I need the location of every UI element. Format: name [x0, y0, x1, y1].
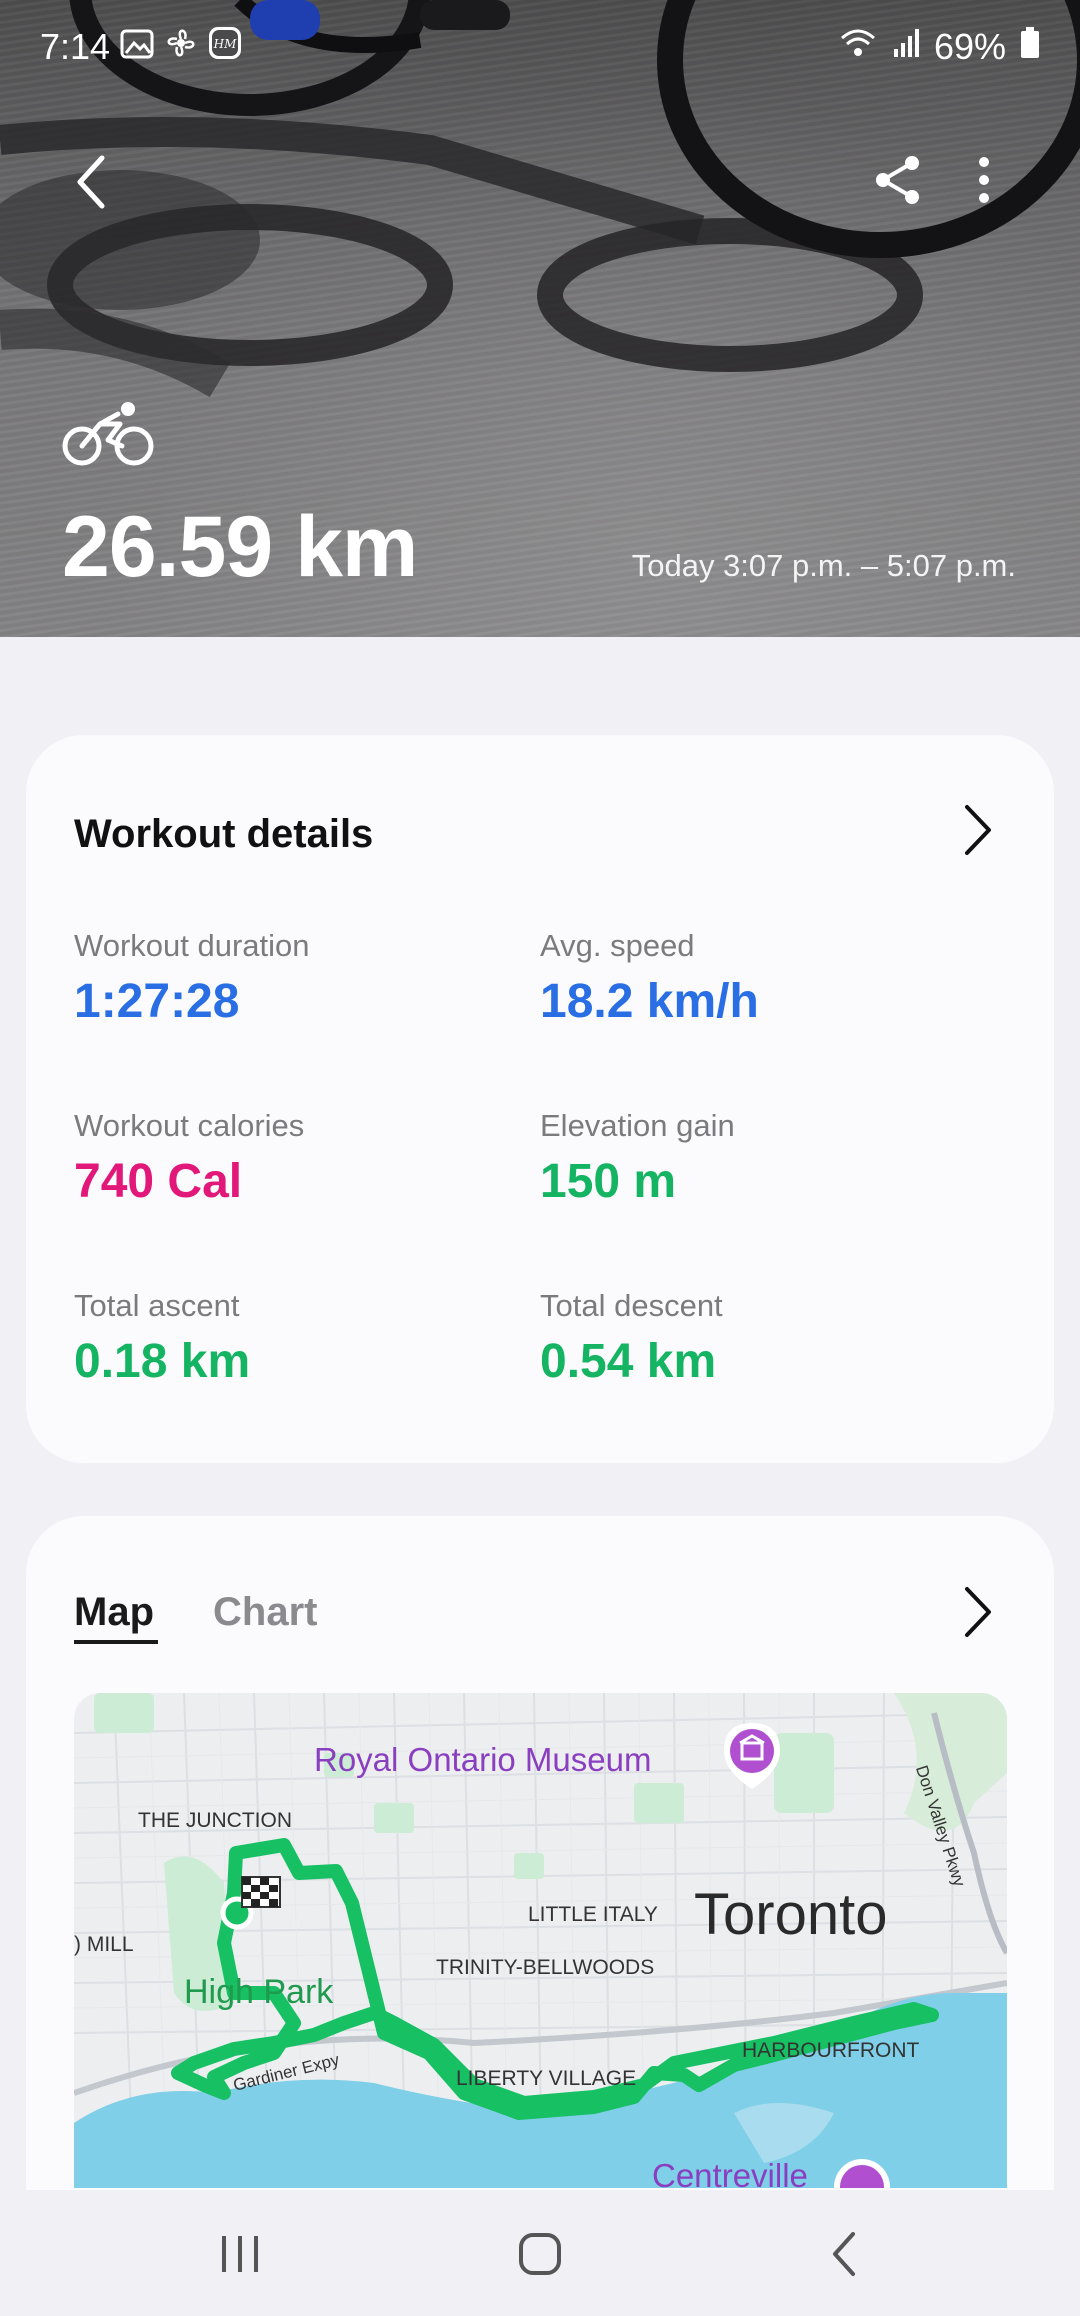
share-button[interactable]	[858, 140, 938, 220]
share-icon	[876, 156, 919, 204]
workout-details-expand-button[interactable]	[948, 800, 1008, 860]
more-vertical-icon	[979, 157, 989, 203]
workout-details-title: Workout details	[74, 812, 374, 856]
metric-value-total-descent: 0.54 km	[540, 1335, 717, 1388]
map-label-toronto: Toronto	[694, 1882, 888, 1947]
system-back-button[interactable]	[804, 2218, 884, 2290]
metric-value-elevation-gain: 150 m	[540, 1155, 677, 1208]
svg-text:HM: HM	[213, 37, 237, 51]
metric-value-duration: 1:27:28	[74, 975, 240, 1028]
map-label-liberty-village: LIBERTY VILLAGE	[456, 2067, 637, 2090]
metric-label-duration: Workout duration	[74, 928, 310, 963]
status-bar-left: 7:14 HM	[40, 22, 242, 72]
metric-label-elevation-gain: Elevation gain	[540, 1108, 735, 1143]
recent-apps-icon	[222, 2236, 258, 2272]
chevron-right-icon	[965, 1587, 991, 1637]
chevron-left-icon	[77, 155, 105, 209]
chevron-right-icon	[965, 805, 991, 855]
battery-icon	[1020, 26, 1040, 68]
map-label-little-italy: LITTLE ITALY	[528, 1903, 658, 1926]
map-label-mill: ) MILL	[74, 1933, 134, 1956]
home-icon	[519, 2233, 561, 2275]
recent-apps-button[interactable]	[200, 2218, 280, 2290]
more-options-button[interactable]	[944, 140, 1024, 220]
metric-label-total-descent: Total descent	[540, 1288, 723, 1323]
map-label-high-park: High Park	[184, 1973, 334, 2011]
gallery-notification-icon	[120, 26, 154, 68]
home-button[interactable]	[500, 2218, 580, 2290]
cycling-icon	[62, 400, 154, 471]
map-label-junction: THE JUNCTION	[138, 1809, 292, 1832]
map-expand-button[interactable]	[948, 1582, 1008, 1642]
battery-percentage: 69%	[933, 26, 1006, 67]
tab-map-selected-indicator	[74, 1640, 158, 1644]
tab-map[interactable]: Map	[74, 1590, 154, 1635]
tab-chart[interactable]: Chart	[213, 1590, 317, 1635]
status-time: 7:14	[40, 26, 111, 67]
back-arrow-icon	[833, 2232, 855, 2276]
workout-distance: 26.59 km	[62, 499, 418, 595]
route-map[interactable]: Royal Ontario Museum THE JUNCTION ) MILL…	[74, 1693, 1007, 2188]
metric-value-avg-speed: 18.2 km/h	[540, 975, 759, 1028]
wifi-calling-icon	[838, 26, 878, 69]
metric-value-total-ascent: 0.18 km	[74, 1335, 251, 1388]
workout-time-range: Today 3:07 p.m. – 5:07 p.m.	[631, 548, 1016, 583]
metric-label-calories: Workout calories	[74, 1108, 305, 1143]
map-label-museum: Royal Ontario Museum	[314, 1741, 652, 1778]
map-label-centreville: Centreville	[652, 2157, 808, 2188]
map-label-trinity-bellwoods: TRINITY-BELLWOODS	[436, 1956, 655, 1979]
metric-value-calories: 740 Cal	[74, 1155, 243, 1208]
map-label-harbourfront: HARBOURFRONT	[742, 2039, 920, 2062]
back-button[interactable]	[52, 142, 132, 222]
fan-notification-icon	[164, 26, 198, 69]
metric-label-total-ascent: Total ascent	[74, 1288, 240, 1323]
status-bar-right: 69%	[838, 22, 1040, 72]
signal-strength-icon	[892, 26, 920, 68]
hm-app-notification-icon: HM	[208, 26, 242, 69]
metric-label-avg-speed: Avg. speed	[540, 928, 695, 963]
